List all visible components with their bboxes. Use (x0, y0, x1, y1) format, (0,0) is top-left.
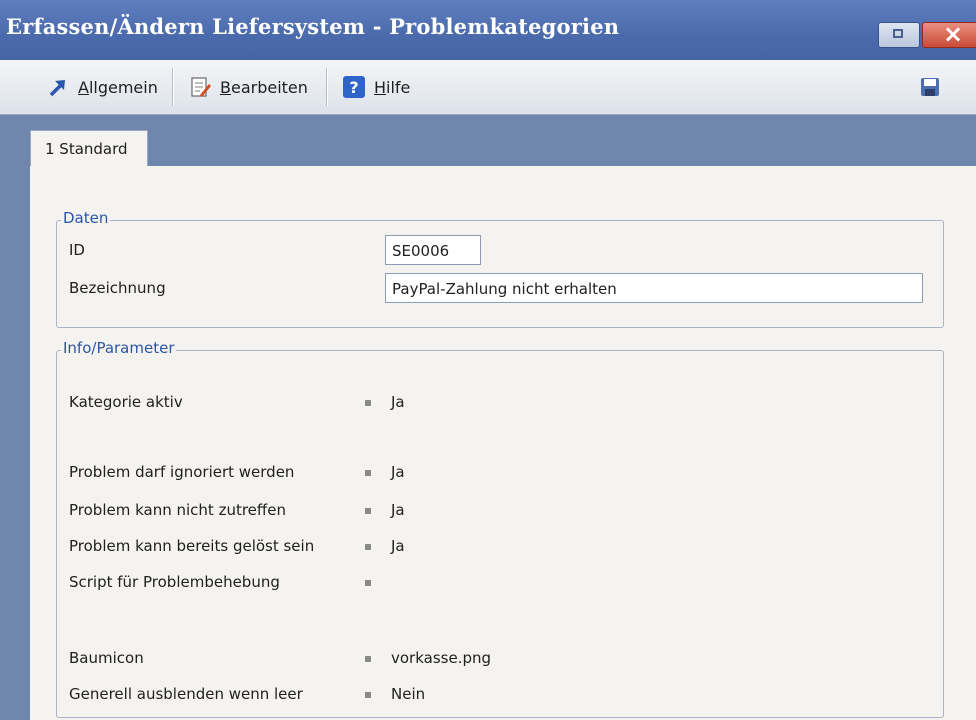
info-parameter-group: Info/Parameter Kategorie aktiv Ja Proble… (56, 339, 944, 718)
geloest-label: Problem kann bereits gelöst sein (69, 537, 315, 555)
bullet-icon (365, 508, 371, 514)
tab-content-panel: Daten ID SE0006 Bezeichnung PayPal-Zahlu… (30, 166, 976, 720)
nicht-zutreffen-label: Problem kann nicht zutreffen (69, 501, 286, 519)
toolbar-separator (172, 68, 173, 106)
bullet-icon (365, 544, 371, 550)
tab-standard[interactable]: 1 Standard (30, 130, 148, 166)
daten-legend: Daten (61, 209, 111, 227)
toolbar-separator (326, 68, 327, 106)
title-bar: Erfassen/Ändern Liefersystem - Problemka… (0, 0, 976, 60)
script-label: Script für Problembehebung (69, 573, 280, 591)
close-button[interactable] (922, 20, 976, 48)
allgemein-button[interactable]: Allgemein (46, 72, 158, 102)
hilfe-label: ilfe (386, 77, 411, 97)
ignoriert-label: Problem darf ignoriert werden (69, 463, 295, 481)
hilfe-button[interactable]: ? Hilfe (342, 72, 410, 102)
info-parameter-legend: Info/Parameter (61, 339, 177, 357)
hilfe-mnemonic: H (374, 77, 387, 97)
bearbeiten-button[interactable]: Bearbeiten (188, 72, 308, 102)
id-field[interactable]: SE0006 (385, 235, 481, 265)
kategorie-aktiv-value[interactable]: Ja (391, 393, 405, 411)
id-label: ID (69, 241, 85, 259)
arrow-up-right-icon (46, 75, 70, 99)
bullet-icon (365, 470, 371, 476)
window-title: Erfassen/Ändern Liefersystem - Problemka… (6, 14, 620, 39)
nicht-zutreffen-value[interactable]: Ja (391, 501, 405, 519)
allgemein-label: llgemein (88, 77, 158, 97)
help-icon: ? (342, 75, 366, 99)
svg-text:?: ? (349, 78, 358, 97)
bullet-icon (365, 656, 371, 662)
ausblenden-value[interactable]: Nein (391, 685, 425, 703)
baumicon-label: Baumicon (69, 649, 144, 667)
bearbeiten-mnemonic: B (220, 77, 231, 97)
ignoriert-value[interactable]: Ja (391, 463, 405, 481)
bearbeiten-label: earbeiten (230, 77, 308, 97)
allgemein-mnemonic: A (78, 77, 89, 97)
daten-group: Daten ID SE0006 Bezeichnung PayPal-Zahlu… (56, 209, 944, 328)
restore-button[interactable] (878, 22, 920, 48)
bezeichnung-field[interactable]: PayPal-Zahlung nicht erhalten (385, 273, 923, 303)
bullet-icon (365, 692, 371, 698)
edit-document-icon (188, 75, 212, 99)
save-disk-icon (918, 75, 942, 99)
bezeichnung-label: Bezeichnung (69, 279, 166, 297)
save-button[interactable] (918, 72, 950, 102)
geloest-value[interactable]: Ja (391, 537, 405, 555)
toolbar: Allgemein Bearbeiten ? Hilfe (0, 60, 976, 115)
bullet-icon (365, 580, 371, 586)
baumicon-value[interactable]: vorkasse.png (391, 649, 491, 667)
kategorie-aktiv-label: Kategorie aktiv (69, 393, 183, 411)
ausblenden-label: Generell ausblenden wenn leer (69, 685, 303, 703)
bullet-icon (365, 400, 371, 406)
